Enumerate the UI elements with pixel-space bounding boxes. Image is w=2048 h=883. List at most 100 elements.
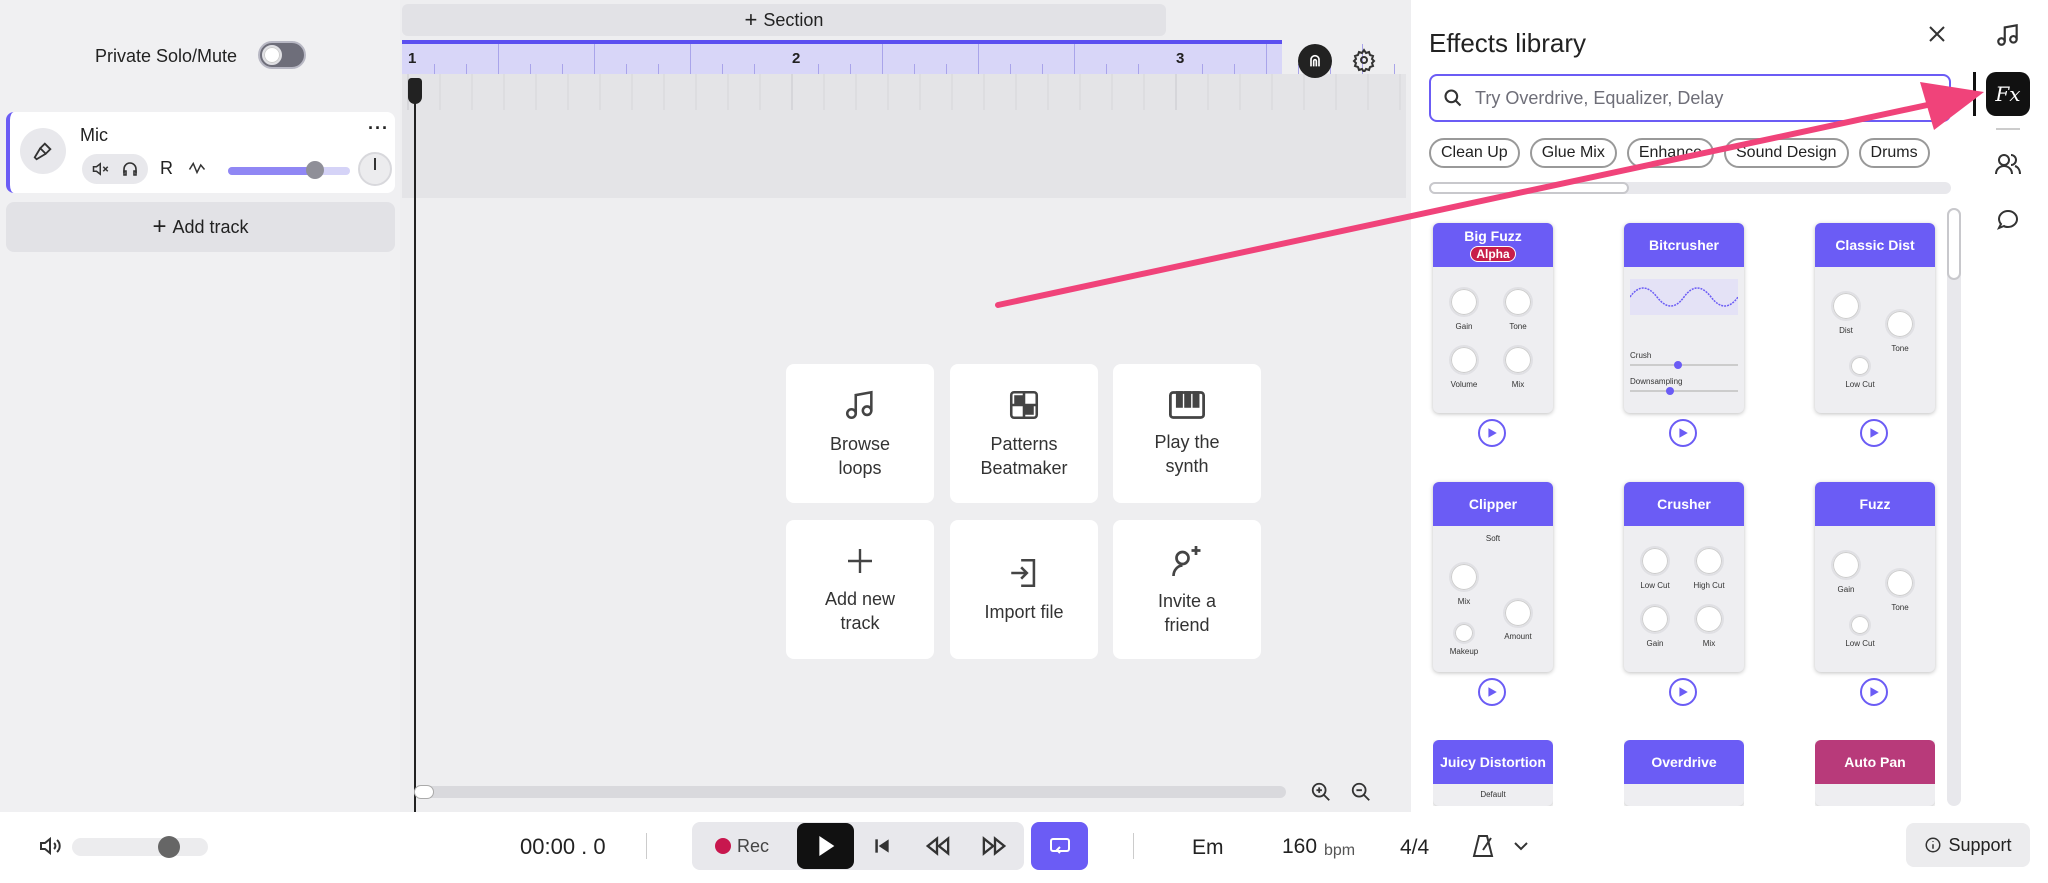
- mode-dropdown[interactable]: Soft: [1468, 534, 1518, 543]
- play-preview-icon[interactable]: [1860, 419, 1888, 447]
- knob-label: Tone: [1891, 603, 1909, 612]
- automation-icon[interactable]: [188, 159, 206, 177]
- browse-loops-button[interactable]: Browse loops: [786, 364, 934, 503]
- ruler-tick: [466, 64, 467, 74]
- add-section-button[interactable]: + Section: [402, 4, 1166, 36]
- rewind-icon[interactable]: [924, 836, 950, 856]
- play-preview-icon[interactable]: [1669, 419, 1697, 447]
- track-name[interactable]: Mic: [80, 125, 108, 146]
- knob[interactable]: [1849, 355, 1871, 377]
- knob[interactable]: [1449, 345, 1479, 375]
- chips-scrollbar[interactable]: [1429, 182, 1951, 194]
- play-button[interactable]: [797, 823, 854, 869]
- effect-card-classic-dist[interactable]: Classic Dist Dist Tone Low Cut: [1815, 223, 1935, 413]
- knob[interactable]: [1885, 309, 1915, 339]
- scrollbar-thumb[interactable]: [1947, 208, 1961, 280]
- fast-forward-icon[interactable]: [982, 836, 1008, 856]
- volume-icon[interactable]: [38, 834, 62, 858]
- chat-icon[interactable]: [1996, 208, 2020, 232]
- volume-handle[interactable]: [158, 836, 180, 858]
- chip-enhance[interactable]: Enhance: [1626, 138, 1714, 168]
- scrollbar-thumb[interactable]: [1429, 182, 1629, 194]
- close-icon[interactable]: [1925, 22, 1949, 46]
- patterns-beatmaker-button[interactable]: Patterns Beatmaker: [950, 364, 1098, 503]
- grid-pattern-icon: [1007, 388, 1041, 422]
- knob[interactable]: [1503, 345, 1533, 375]
- record-button[interactable]: Rec: [694, 824, 790, 868]
- knob[interactable]: [1885, 568, 1915, 598]
- record-arm-button[interactable]: R: [160, 158, 173, 179]
- chip-clean-up[interactable]: Clean Up: [1429, 138, 1520, 168]
- invite-friend-button[interactable]: Invite a friend: [1113, 520, 1261, 659]
- effect-card-overdrive[interactable]: Overdrive: [1624, 740, 1744, 806]
- tempo-value[interactable]: 160: [1282, 835, 1317, 859]
- knob[interactable]: [1831, 550, 1861, 580]
- scrollbar-thumb[interactable]: [414, 785, 434, 799]
- downsampling-slider[interactable]: [1630, 387, 1738, 395]
- private-solo-mute-toggle[interactable]: [258, 41, 306, 69]
- zoom-in-icon[interactable]: [1310, 781, 1332, 803]
- chevron-down-icon[interactable]: [1512, 838, 1530, 854]
- loop-button[interactable]: [1031, 822, 1088, 870]
- effects-search-input[interactable]: Try Overdrive, Equalizer, Delay: [1429, 74, 1951, 122]
- microphone-icon[interactable]: [20, 128, 66, 174]
- collaborators-icon[interactable]: [1994, 152, 2022, 176]
- play-preview-icon[interactable]: [1478, 419, 1506, 447]
- add-new-track-button[interactable]: Add new track: [786, 520, 934, 659]
- chip-sound-design[interactable]: Sound Design: [1724, 138, 1849, 168]
- knob[interactable]: [1449, 562, 1479, 592]
- follow-playhead-button[interactable]: [1298, 44, 1332, 78]
- import-file-button[interactable]: Import file: [950, 520, 1098, 659]
- skip-to-start-icon[interactable]: [872, 836, 892, 856]
- knob[interactable]: [1503, 287, 1533, 317]
- knob[interactable]: [1694, 604, 1724, 634]
- pan-knob[interactable]: [358, 152, 392, 186]
- knob[interactable]: [1849, 614, 1871, 636]
- support-button[interactable]: Support: [1906, 823, 2030, 867]
- track-volume-slider[interactable]: [228, 161, 350, 179]
- knob[interactable]: [1453, 622, 1475, 644]
- mute-icon[interactable]: [92, 161, 110, 177]
- add-track-button[interactable]: + Add track: [6, 202, 395, 252]
- track-mic[interactable]: Mic ··· R: [6, 112, 395, 193]
- effect-card-crusher[interactable]: Crusher Low Cut High Cut Gain Mix: [1624, 482, 1744, 672]
- effects-vertical-scrollbar[interactable]: [1947, 208, 1961, 806]
- key-display[interactable]: Em: [1192, 836, 1224, 860]
- crush-slider[interactable]: [1630, 361, 1738, 369]
- play-synth-button[interactable]: Play the synth: [1113, 364, 1261, 503]
- preset-dropdown[interactable]: Default: [1468, 790, 1518, 799]
- playhead-handle[interactable]: [408, 78, 422, 104]
- play-preview-icon[interactable]: [1669, 678, 1697, 706]
- effect-card-auto-pan[interactable]: Auto Pan: [1815, 740, 1935, 806]
- effect-card-fuzz[interactable]: Fuzz Gain Tone Low Cut: [1815, 482, 1935, 672]
- bitcrush-waveform: [1630, 279, 1738, 315]
- knob[interactable]: [1694, 546, 1724, 576]
- knob-label: Mix: [1457, 597, 1471, 606]
- metronome-icon[interactable]: [1472, 834, 1494, 858]
- play-preview-icon[interactable]: [1860, 678, 1888, 706]
- volume-handle[interactable]: [306, 161, 324, 179]
- chip-drums[interactable]: Drums: [1858, 138, 1930, 168]
- knob[interactable]: [1449, 287, 1479, 317]
- timeline-horizontal-scrollbar[interactable]: [414, 785, 1286, 799]
- knob[interactable]: [1503, 598, 1533, 628]
- knob[interactable]: [1831, 291, 1861, 321]
- card-title: Juicy Distortion: [1440, 754, 1546, 770]
- zoom-out-icon[interactable]: [1350, 781, 1372, 803]
- music-note-icon[interactable]: [1995, 22, 2021, 48]
- track-more-menu[interactable]: ···: [368, 118, 389, 139]
- effect-card-juicy-distortion[interactable]: Juicy Distortion Default: [1433, 740, 1553, 806]
- headphones-icon[interactable]: [122, 161, 138, 177]
- effect-card-bitcrusher[interactable]: Bitcrusher Crush Downsampling: [1624, 223, 1744, 413]
- effect-card-clipper[interactable]: Clipper Soft Mix Amount Makeup: [1433, 482, 1553, 672]
- knob[interactable]: [1640, 604, 1670, 634]
- chip-glue-mix[interactable]: Glue Mix: [1529, 138, 1617, 168]
- timeline-ruler[interactable]: 1 2 3: [402, 40, 1523, 74]
- play-preview-icon[interactable]: [1478, 678, 1506, 706]
- gear-icon[interactable]: [1352, 48, 1376, 72]
- time-signature[interactable]: 4/4: [1400, 836, 1429, 860]
- master-volume-slider[interactable]: [72, 836, 208, 858]
- knob[interactable]: [1640, 546, 1670, 576]
- effect-card-big-fuzz[interactable]: Big Fuzz Alpha Gain Tone Volume Mix: [1433, 223, 1553, 413]
- effects-fx-icon[interactable]: Fx: [1986, 72, 2030, 116]
